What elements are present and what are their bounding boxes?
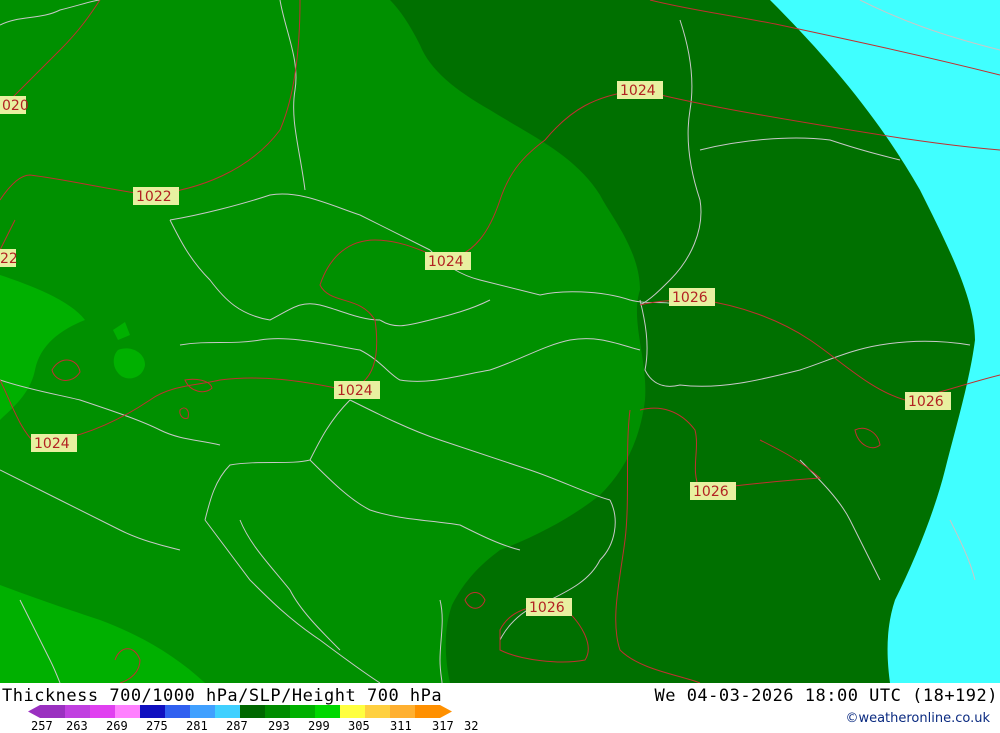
svg-text:1026: 1026	[672, 290, 708, 306]
legend-swatch	[315, 705, 340, 718]
isobar-label: 1024	[334, 381, 380, 399]
legend-swatch	[115, 705, 140, 718]
credit-link[interactable]: ©weatheronline.co.uk	[845, 711, 990, 726]
isobar-label: 22	[0, 249, 18, 267]
map-footer: Thickness 700/1000 hPa/SLP/Height 700 hP…	[0, 683, 1000, 733]
svg-text:1026: 1026	[693, 484, 729, 500]
svg-text:1024: 1024	[620, 83, 656, 99]
legend-tick-label: 293	[268, 719, 290, 731]
svg-text:22: 22	[0, 251, 18, 267]
legend-swatch	[415, 705, 440, 718]
map-title: Thickness 700/1000 hPa/SLP/Height 700 hP…	[2, 686, 443, 706]
legend-swatch	[290, 705, 315, 718]
legend-tick-label: 320	[464, 719, 478, 731]
legend-tick-label: 257	[31, 719, 53, 731]
legend-swatch	[265, 705, 290, 718]
isobar-label: 1024	[31, 434, 77, 452]
legend-swatch	[215, 705, 240, 718]
legend-swatch	[40, 705, 65, 718]
thickness-map: 020 1022 22 1024 1024 1024 1024 1026 102…	[0, 0, 1000, 683]
legend-tick-label: 305	[348, 719, 370, 731]
legend-swatch	[90, 705, 115, 718]
legend-swatch	[140, 705, 165, 718]
legend-swatch	[165, 705, 190, 718]
legend-tick-label: 299	[308, 719, 330, 731]
isobar-label: 1026	[905, 392, 951, 410]
legend-swatch	[65, 705, 90, 718]
legend-swatch	[340, 705, 365, 718]
map-datetime: We 04-03-2026 18:00 UTC (18+192)	[654, 686, 998, 706]
svg-text:1026: 1026	[529, 600, 565, 616]
legend-arrow-right	[440, 705, 452, 718]
legend-arrow-left	[28, 705, 40, 718]
svg-text:020: 020	[2, 98, 29, 114]
svg-text:1024: 1024	[337, 383, 373, 399]
legend-swatch	[365, 705, 390, 718]
legend-tick-label: 269	[106, 719, 128, 731]
legend-tick-label: 263	[66, 719, 88, 731]
isobar-label: 020	[0, 96, 29, 114]
isobar-label: 1022	[133, 187, 179, 205]
legend-swatch	[190, 705, 215, 718]
isobar-label: 1024	[617, 81, 663, 99]
svg-text:1026: 1026	[908, 394, 944, 410]
svg-text:1024: 1024	[34, 436, 70, 452]
svg-text:1022: 1022	[136, 189, 172, 205]
isobar-label: 1026	[669, 288, 715, 306]
legend-tick-label: 317	[432, 719, 454, 731]
svg-text:1024: 1024	[428, 254, 464, 270]
legend-tick-label: 287	[226, 719, 248, 731]
legend-color-bars	[28, 705, 452, 718]
legend-tick-label: 311	[390, 719, 412, 731]
legend-swatch	[390, 705, 415, 718]
isobar-label: 1024	[425, 252, 471, 270]
isobar-label: 1026	[690, 482, 736, 500]
isobar-label: 1026	[526, 598, 572, 616]
legend-tick-labels: 257 263 269 275 281 287 293 299 305 311 317 320	[31, 719, 478, 731]
weather-map-screen: 020 1022 22 1024 1024 1024 1024 1026 102…	[0, 0, 1000, 733]
legend-tick-label: 275	[146, 719, 168, 731]
color-scale-legend: 257 263 269 275 281 287 293 299 305 311 317 320	[28, 705, 478, 731]
legend-tick-label: 281	[186, 719, 208, 731]
legend-swatch	[240, 705, 265, 718]
